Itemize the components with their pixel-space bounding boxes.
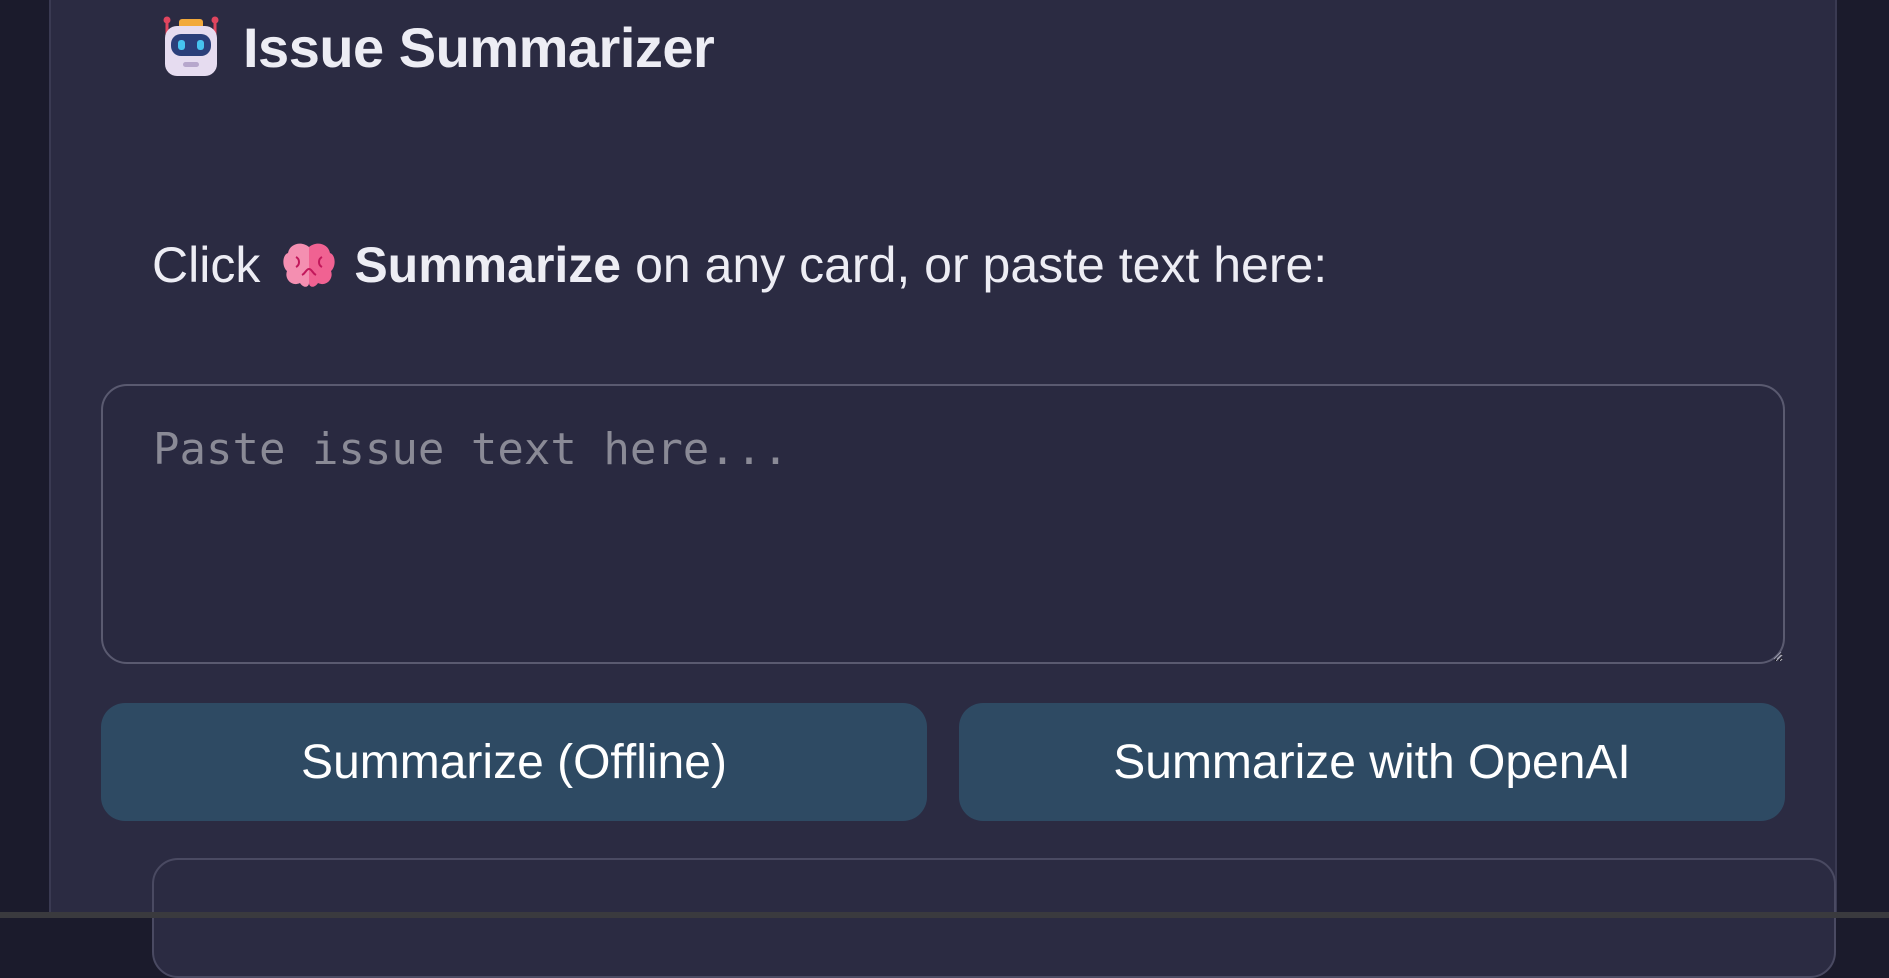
panel-header: Issue Summarizer <box>161 12 715 82</box>
summarize-openai-button[interactable]: Summarize with OpenAI <box>959 703 1785 821</box>
instruction-bold: Summarize <box>354 237 622 293</box>
instruction-suffix: on any card, or paste text here: <box>635 237 1328 293</box>
instruction-text: Click Summarize on any card, or paste te… <box>152 230 1327 300</box>
summarize-offline-button[interactable]: Summarize (Offline) <box>101 703 927 821</box>
resize-handle-icon[interactable] <box>1772 650 1782 660</box>
summary-output-box <box>152 858 1836 978</box>
brain-icon <box>283 243 335 287</box>
window-bottom-edge <box>0 912 1889 918</box>
instruction-prefix: Click <box>152 237 261 293</box>
page-title: Issue Summarizer <box>243 15 715 79</box>
issue-text-input[interactable] <box>101 384 1785 664</box>
robot-icon <box>163 16 219 76</box>
